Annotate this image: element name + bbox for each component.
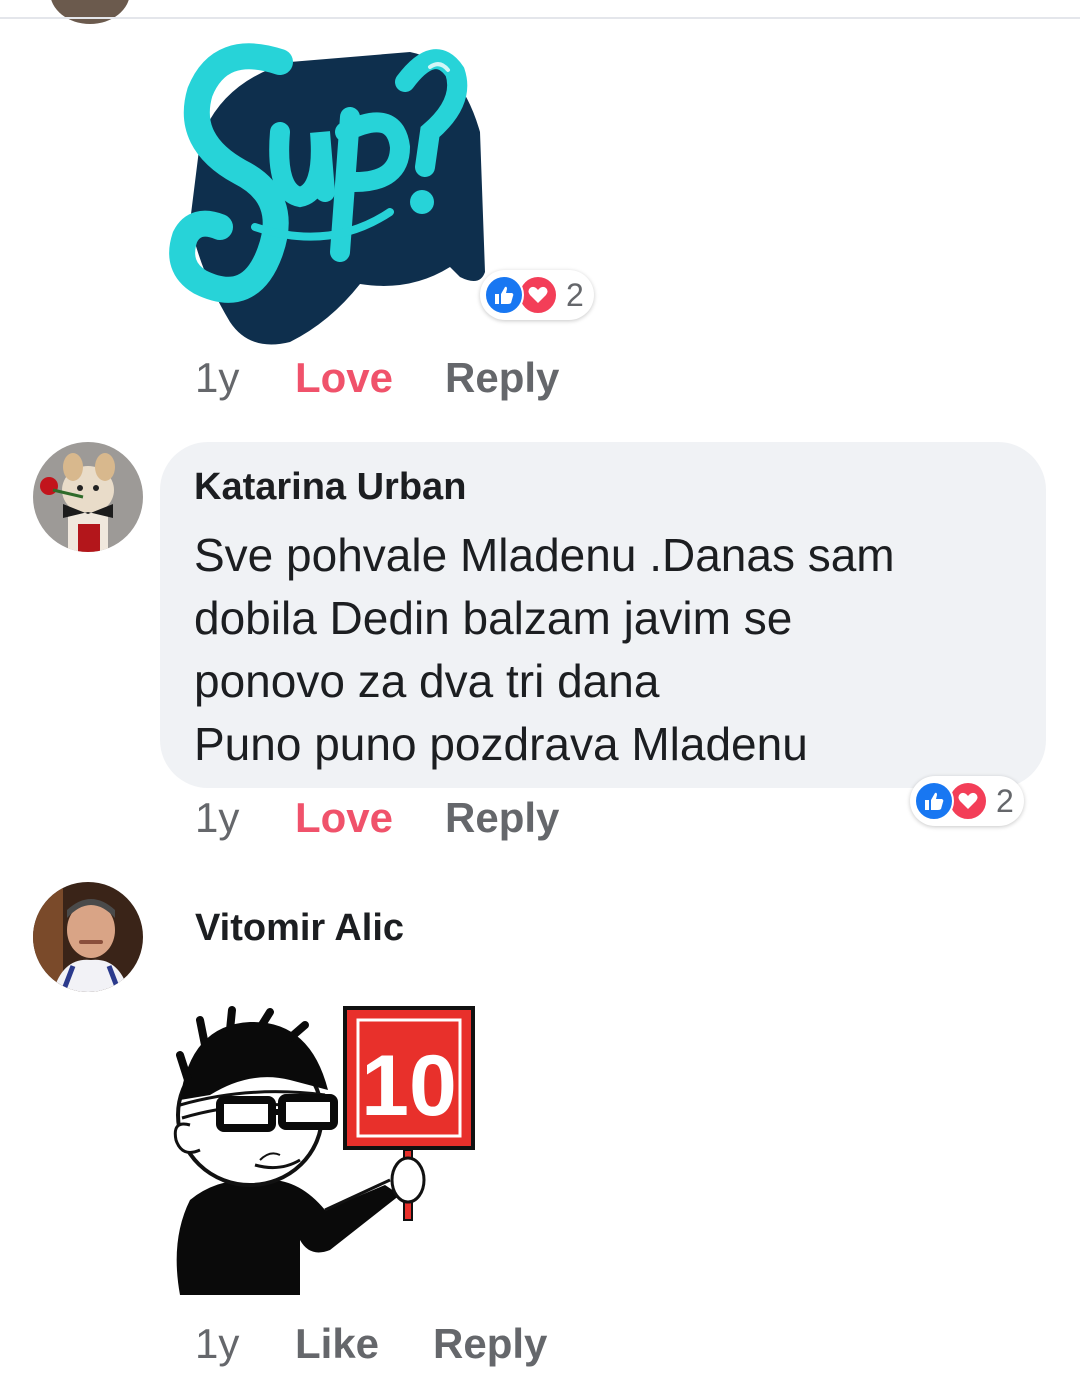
avatar[interactable] [33,442,143,552]
timestamp[interactable]: 1y [195,794,295,842]
timestamp[interactable]: 1y [195,354,295,402]
avatar[interactable] [33,882,143,992]
author-name[interactable]: Vitomir Alic [195,905,404,951]
reaction-summary[interactable]: 2 [480,270,594,320]
reply-button[interactable]: Reply [445,354,559,402]
comment-thread: 2 1y Love Reply Katarina Urban Sve pohva… [0,0,1080,1400]
reaction-summary[interactable]: 2 [910,776,1024,826]
reply-button[interactable]: Reply [433,1320,547,1368]
comment-line: dobila Dedin balzam javim se [194,592,793,644]
comment-text: Sve pohvale Mladenu .Danas sam dobila De… [194,524,1012,776]
author-name[interactable]: Katarina Urban [194,464,1012,510]
reaction-count: 2 [566,276,584,313]
score-ten-sticker[interactable]: 10 [160,1000,490,1310]
love-button[interactable]: Love [295,354,445,402]
comment-line: Sve pohvale Mladenu .Danas sam [194,529,895,581]
timestamp[interactable]: 1y [195,1320,295,1368]
comment-actions: 1y Like Reply [195,1320,547,1368]
divider [0,17,1080,19]
comment-actions: 1y Love Reply [195,794,559,842]
comment-bubble[interactable]: Katarina Urban Sve pohvale Mladenu .Dana… [160,442,1046,788]
sign-score: 10 [361,1038,457,1134]
like-icon [914,781,954,821]
love-button[interactable]: Love [295,794,445,842]
love-icon [948,781,988,821]
sup-sticker[interactable] [160,22,490,352]
like-icon [484,275,524,315]
previous-avatar[interactable] [50,0,130,24]
reaction-count: 2 [996,782,1014,819]
comment-line: ponovo za dva tri dana [194,655,660,707]
love-icon [518,275,558,315]
comment-actions: 1y Love Reply [195,354,559,402]
like-button[interactable]: Like [295,1320,433,1368]
reply-button[interactable]: Reply [445,794,559,842]
comment-line: Puno puno pozdrava Mladenu [194,718,808,770]
